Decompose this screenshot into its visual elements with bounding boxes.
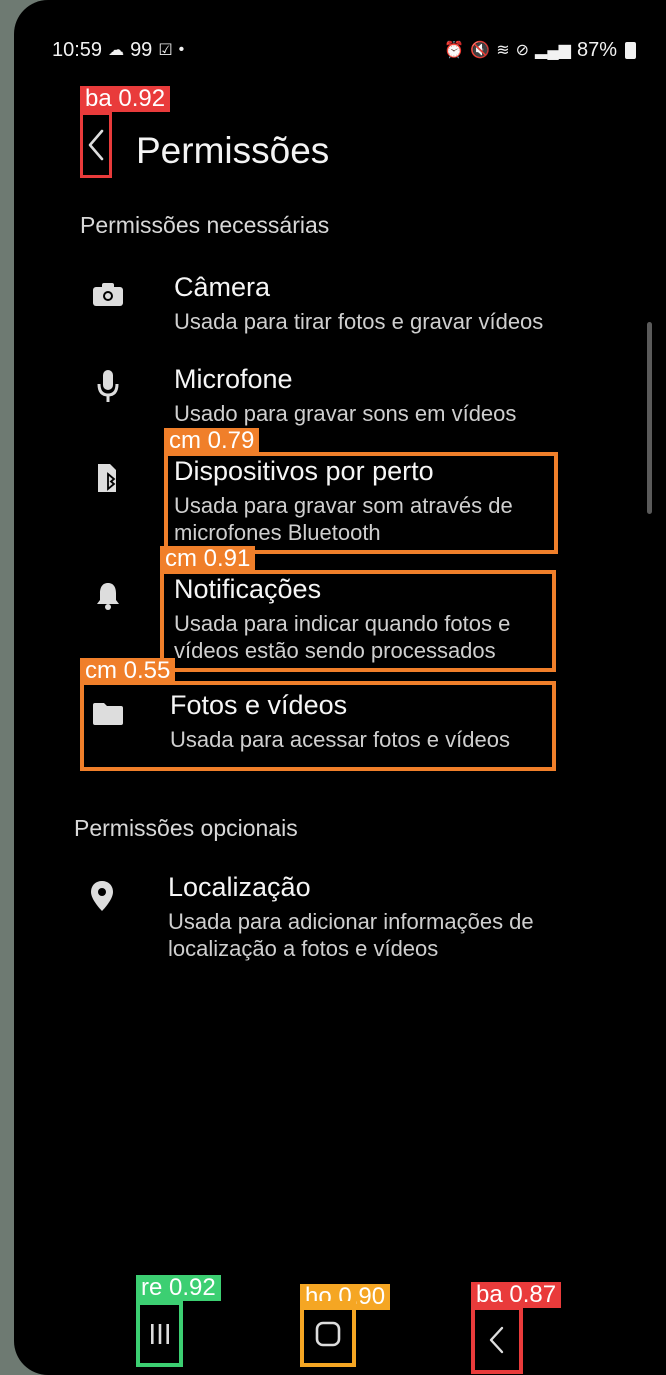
location-pin-icon xyxy=(82,876,122,916)
recents-icon xyxy=(150,1324,169,1344)
detection-label-nearby: cm 0.79 xyxy=(164,428,260,454)
permission-microphone[interactable]: Microfone Usado para gravar sons em víde… xyxy=(80,362,556,432)
back-button[interactable] xyxy=(80,112,112,178)
permission-title: Câmera xyxy=(174,272,271,302)
camera-icon xyxy=(88,274,128,314)
microphone-icon xyxy=(88,366,128,406)
checkbox-icon: ☑ xyxy=(158,42,173,59)
permission-desc: Usada para adicionar informações de loca… xyxy=(168,909,534,961)
battery-percent: 87% xyxy=(576,38,617,61)
detection-label-recents: re 0.92 xyxy=(136,1275,221,1301)
no-disturb-icon: ⊘ xyxy=(515,42,530,59)
dot-icon: • xyxy=(178,41,185,58)
battery-icon xyxy=(625,41,636,59)
permission-desc: Usada para indicar quando fotos e vídeos… xyxy=(174,611,511,663)
nav-back-button[interactable] xyxy=(471,1306,523,1374)
status-time: 10:59 xyxy=(52,38,103,61)
alarm-icon: ⏰ xyxy=(444,42,465,59)
permission-photos-videos[interactable]: Fotos e vídeos Usada para acessar fotos … xyxy=(80,688,556,768)
permission-camera[interactable]: Câmera Usada para tirar fotos e gravar v… xyxy=(80,270,556,340)
signal-icon: ▂▄▆ xyxy=(535,42,571,59)
home-button[interactable] xyxy=(300,1301,356,1367)
permission-title: Dispositivos por perto xyxy=(174,456,434,486)
permission-desc: Usada para gravar som através de microfo… xyxy=(174,493,513,545)
detection-label-back-top: ba 0.92 xyxy=(80,86,171,112)
permission-desc: Usada para tirar fotos e gravar vídeos xyxy=(174,309,544,334)
cloud-icon: ☁ xyxy=(108,42,125,59)
detection-label-notifications: cm 0.91 xyxy=(160,546,256,572)
status-bar: 10:59 ☁ 99 ☑ • ⏰ 🔇 ≋ ⊘ ▂▄▆ 87% xyxy=(52,36,636,64)
page-title: Permissões xyxy=(136,130,330,171)
permission-desc: Usado para gravar sons em vídeos xyxy=(174,401,517,426)
section-required-header: Permissões necessárias xyxy=(80,212,330,238)
recents-button[interactable] xyxy=(136,1301,183,1367)
bell-icon xyxy=(88,576,128,616)
permission-title: Notificações xyxy=(174,574,322,604)
permission-title: Localização xyxy=(168,872,311,902)
permission-title: Fotos e vídeos xyxy=(170,690,348,720)
status-notif-count: 99 xyxy=(130,38,153,61)
permission-title: Microfone xyxy=(174,364,293,394)
detection-label-back-nav: ba 0.87 xyxy=(471,1282,562,1308)
section-optional-header: Permissões opcionais xyxy=(74,815,298,841)
permission-notifications[interactable]: Notificações Usada para indicar quando f… xyxy=(80,572,556,670)
scrollbar[interactable] xyxy=(647,322,652,514)
permission-location[interactable]: Localização Usada para adicionar informa… xyxy=(74,870,556,968)
wifi-icon: ≋ xyxy=(496,42,510,59)
home-icon xyxy=(315,1321,341,1347)
chevron-left-icon xyxy=(88,129,104,161)
bluetooth-device-icon xyxy=(88,458,128,498)
folder-icon xyxy=(88,694,128,734)
permission-nearby-devices[interactable]: Dispositivos por perto Usada para gravar… xyxy=(80,454,556,552)
back-arrow-icon xyxy=(489,1326,504,1354)
permission-desc: Usada para acessar fotos e vídeos xyxy=(170,727,510,752)
mute-icon: 🔇 xyxy=(470,42,491,59)
